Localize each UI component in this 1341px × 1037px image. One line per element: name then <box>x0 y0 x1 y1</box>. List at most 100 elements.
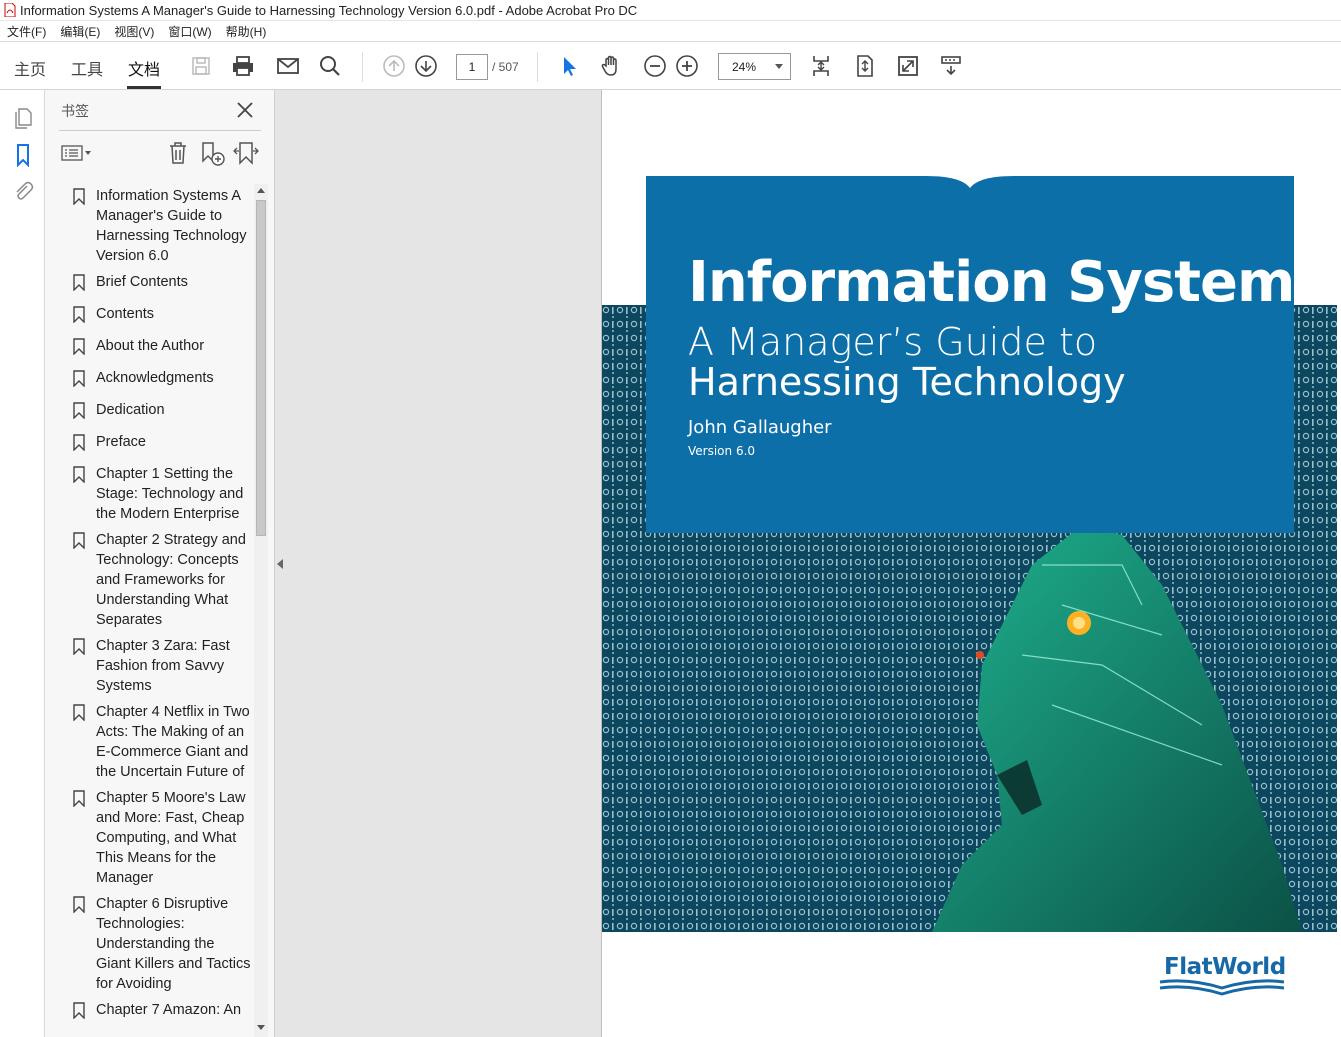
main-toolbar: 主页 工具 文档 1 / 507 24% <box>0 42 1341 90</box>
bookmark-item[interactable]: Contents <box>63 304 253 324</box>
bookmark-icon <box>73 466 85 483</box>
bookmark-icon <box>73 402 85 419</box>
bookmark-item[interactable]: Dedication <box>63 400 253 420</box>
zoom-level-value: 24% <box>732 59 757 74</box>
toolbar-divider <box>537 52 538 82</box>
bookmark-item[interactable]: About the Author <box>63 336 253 356</box>
bookmark-item[interactable]: Chapter 5 Moore's Law and More: Fast, Ch… <box>63 788 253 888</box>
menu-file[interactable]: 文件(F) <box>0 23 53 40</box>
book-notch-shape <box>646 176 1294 190</box>
add-bookmark-icon[interactable] <box>200 141 226 167</box>
zoom-level-select[interactable]: 24% <box>718 53 791 80</box>
next-page-icon[interactable] <box>413 53 439 79</box>
bookmarks-panel: 书签 Information Systems A Manager's Guide… <box>45 90 275 1037</box>
cover-version: Version 6.0 <box>688 444 756 458</box>
bookmark-label: Brief Contents <box>96 274 188 290</box>
tab-document[interactable]: 文档 <box>128 56 160 80</box>
menu-help[interactable]: 帮助(H) <box>219 23 274 40</box>
navigation-rail <box>0 90 45 1037</box>
bookmark-label: Chapter 2 Strategy and Technology: Conce… <box>96 532 246 628</box>
select-cursor-icon[interactable] <box>556 53 582 79</box>
bookmark-item[interactable]: Chapter 6 Disruptive Technologies: Under… <box>63 894 253 994</box>
close-icon[interactable] <box>235 100 255 120</box>
publisher-logo: FlatWorld <box>1164 954 1286 980</box>
bookmark-item[interactable]: Chapter 4 Netflix in Two Acts: The Makin… <box>63 702 253 782</box>
bookmark-icon <box>73 1002 85 1019</box>
bookmark-item[interactable]: Chapter 3 Zara: Fast Fashion from Savvy … <box>63 636 253 696</box>
bookmark-item[interactable]: Acknowledgments <box>63 368 253 388</box>
full-screen-icon[interactable] <box>895 53 921 79</box>
bookmark-options-icon[interactable] <box>61 144 93 162</box>
bookmark-item[interactable]: Chapter 2 Strategy and Technology: Conce… <box>63 530 253 630</box>
active-tab-indicator <box>127 86 161 89</box>
save-icon[interactable] <box>188 53 214 79</box>
previous-page-icon[interactable] <box>381 53 407 79</box>
scrollbar-thumb[interactable] <box>256 200 266 536</box>
cover-author: John Gallaugher <box>688 417 832 438</box>
customize-toolbar-icon[interactable] <box>938 53 964 79</box>
bookmark-label: About the Author <box>96 338 205 354</box>
bookmark-icon <box>73 370 85 387</box>
page-total: / 507 <box>492 60 519 74</box>
bookmark-item[interactable]: Information Systems A Manager's Guide to… <box>63 186 253 266</box>
pdf-page: Information Systems A Manager’s Guide to… <box>601 90 1341 1037</box>
bookmark-icon <box>73 704 85 721</box>
hand-tool-icon[interactable] <box>598 53 624 79</box>
bookmarks-panel-title: 书签 <box>61 104 89 120</box>
pdf-file-icon <box>4 3 16 17</box>
bookmark-icon <box>73 338 85 355</box>
bookmark-label: Chapter 4 Netflix in Two Acts: The Makin… <box>96 704 250 780</box>
scroll-down-arrow-icon[interactable] <box>257 1025 265 1030</box>
collapse-panel-icon[interactable] <box>277 559 283 569</box>
zoom-out-icon[interactable] <box>642 53 668 79</box>
bookmarks-scrollbar[interactable] <box>254 184 268 1037</box>
bookmarks-icon[interactable] <box>11 143 35 167</box>
delete-bookmark-icon[interactable] <box>167 141 189 165</box>
page-thumbnails-icon[interactable] <box>11 106 35 130</box>
cover-subtitle-line2: Harnessing Technology <box>688 360 1126 404</box>
bookmark-label: Chapter 7 Amazon: An <box>96 1002 242 1018</box>
bookmark-label: Dedication <box>96 402 165 418</box>
bookmark-icon <box>73 896 85 913</box>
bookmark-label: Acknowledgments <box>96 370 214 386</box>
zoom-in-icon[interactable] <box>674 53 700 79</box>
bookmark-icon <box>73 532 85 549</box>
bookmark-label: Preface <box>96 434 146 450</box>
bookmark-icon <box>73 790 85 807</box>
bookmark-icon <box>73 274 85 291</box>
scroll-up-arrow-icon[interactable] <box>257 188 265 193</box>
print-icon[interactable] <box>230 53 256 79</box>
window-title: Information Systems A Manager's Guide to… <box>20 2 638 18</box>
bookmark-icon <box>73 638 85 655</box>
fit-page-icon[interactable] <box>852 53 878 79</box>
tab-home[interactable]: 主页 <box>14 56 46 80</box>
bookmark-item[interactable]: Chapter 7 Amazon: An <box>63 1000 253 1020</box>
bookmark-list: Information Systems A Manager's Guide to… <box>63 186 253 1026</box>
bookmark-label: Contents <box>96 306 155 322</box>
bookmark-label: Chapter 6 Disruptive Technologies: Under… <box>96 896 251 992</box>
scroll-mode-icon[interactable] <box>808 53 834 79</box>
publisher-book-icon <box>1159 979 1285 996</box>
chevron-down-icon <box>775 64 783 69</box>
email-icon[interactable] <box>275 53 301 79</box>
attachments-icon[interactable] <box>11 179 35 203</box>
bookmark-icon <box>73 434 85 451</box>
bookmark-item[interactable]: Brief Contents <box>63 272 253 292</box>
menu-window[interactable]: 窗口(W) <box>161 23 218 40</box>
menu-view[interactable]: 视图(V) <box>107 23 161 40</box>
cover-subtitle-line1: A Manager’s Guide to <box>688 320 1098 364</box>
bookmark-item[interactable]: Preface <box>63 432 253 452</box>
bookmark-item[interactable]: Chapter 1 Setting the Stage: Technology … <box>63 464 253 524</box>
bookmark-label: Chapter 3 Zara: Fast Fashion from Savvy … <box>96 638 230 694</box>
menu-bar: 文件(F) 编辑(E) 视图(V) 窗口(W) 帮助(H) <box>0 21 1341 42</box>
bookmark-icon <box>73 188 85 205</box>
search-icon[interactable] <box>317 53 343 79</box>
page-number-input[interactable]: 1 <box>456 54 488 80</box>
expand-bookmark-icon[interactable] <box>233 141 259 167</box>
panel-divider <box>59 130 261 131</box>
bookmark-label: Chapter 1 Setting the Stage: Technology … <box>96 466 244 522</box>
title-bar: Information Systems A Manager's Guide to… <box>0 0 1341 21</box>
menu-edit[interactable]: 编辑(E) <box>53 23 107 40</box>
toolbar-divider <box>362 52 363 82</box>
tab-tools[interactable]: 工具 <box>71 56 103 80</box>
